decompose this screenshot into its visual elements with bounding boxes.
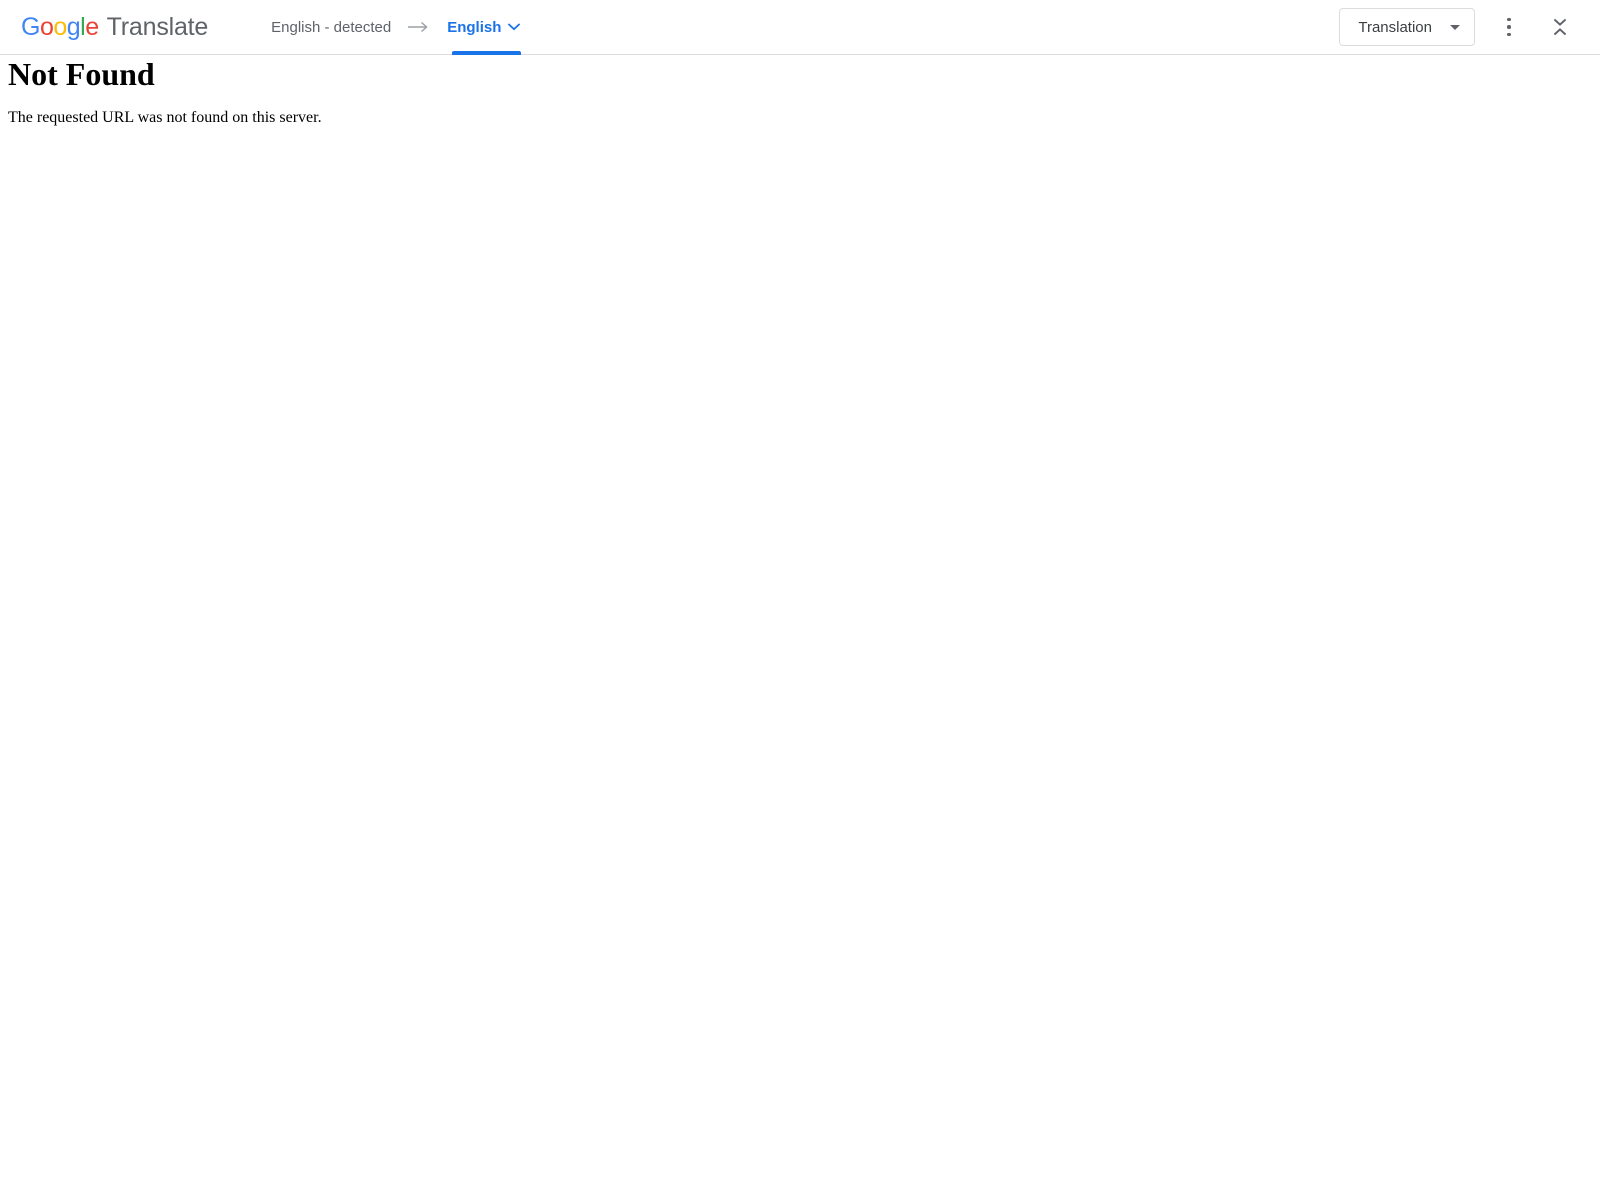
collapse-icon[interactable] [1540, 7, 1580, 47]
product-name-label: Translate [106, 12, 209, 41]
google-logo-letter: G [21, 12, 40, 41]
arrow-right-icon [408, 21, 430, 33]
google-logo: Google [21, 13, 99, 42]
target-language-label: English [447, 18, 502, 36]
more-vert-icon[interactable] [1489, 7, 1529, 47]
more-vert-dot [1507, 17, 1511, 22]
translate-bar-actions: Translation [1339, 7, 1600, 47]
chevron-down-icon [508, 23, 521, 31]
active-tab-indicator [452, 50, 522, 55]
source-language-tab[interactable]: English - detected [268, 0, 394, 55]
google-logo-letter: e [85, 12, 99, 41]
google-logo-letter: g [66, 12, 81, 41]
error-page-content: Not Found The requested URL was not foun… [0, 55, 1600, 127]
google-logo-letter: o [39, 12, 54, 41]
caret-down-icon [1450, 24, 1460, 30]
page-title: Not Found [8, 56, 155, 92]
target-language-tab[interactable]: English [444, 0, 523, 55]
error-message: The requested URL was not found on this … [8, 109, 322, 126]
more-vert-dot [1507, 25, 1511, 29]
translation-mode-label: Translation [1358, 18, 1432, 36]
google-logo-letter: o [53, 12, 67, 41]
language-selector-group: English - detected English [268, 0, 523, 55]
google-translate-bar: Google Translate English - detected Engl… [0, 0, 1600, 55]
more-vert-dot [1507, 32, 1511, 37]
translation-mode-button[interactable]: Translation [1339, 8, 1475, 46]
google-translate-brand: Google Translate [21, 13, 208, 42]
source-language-label: English - detected [271, 18, 392, 36]
